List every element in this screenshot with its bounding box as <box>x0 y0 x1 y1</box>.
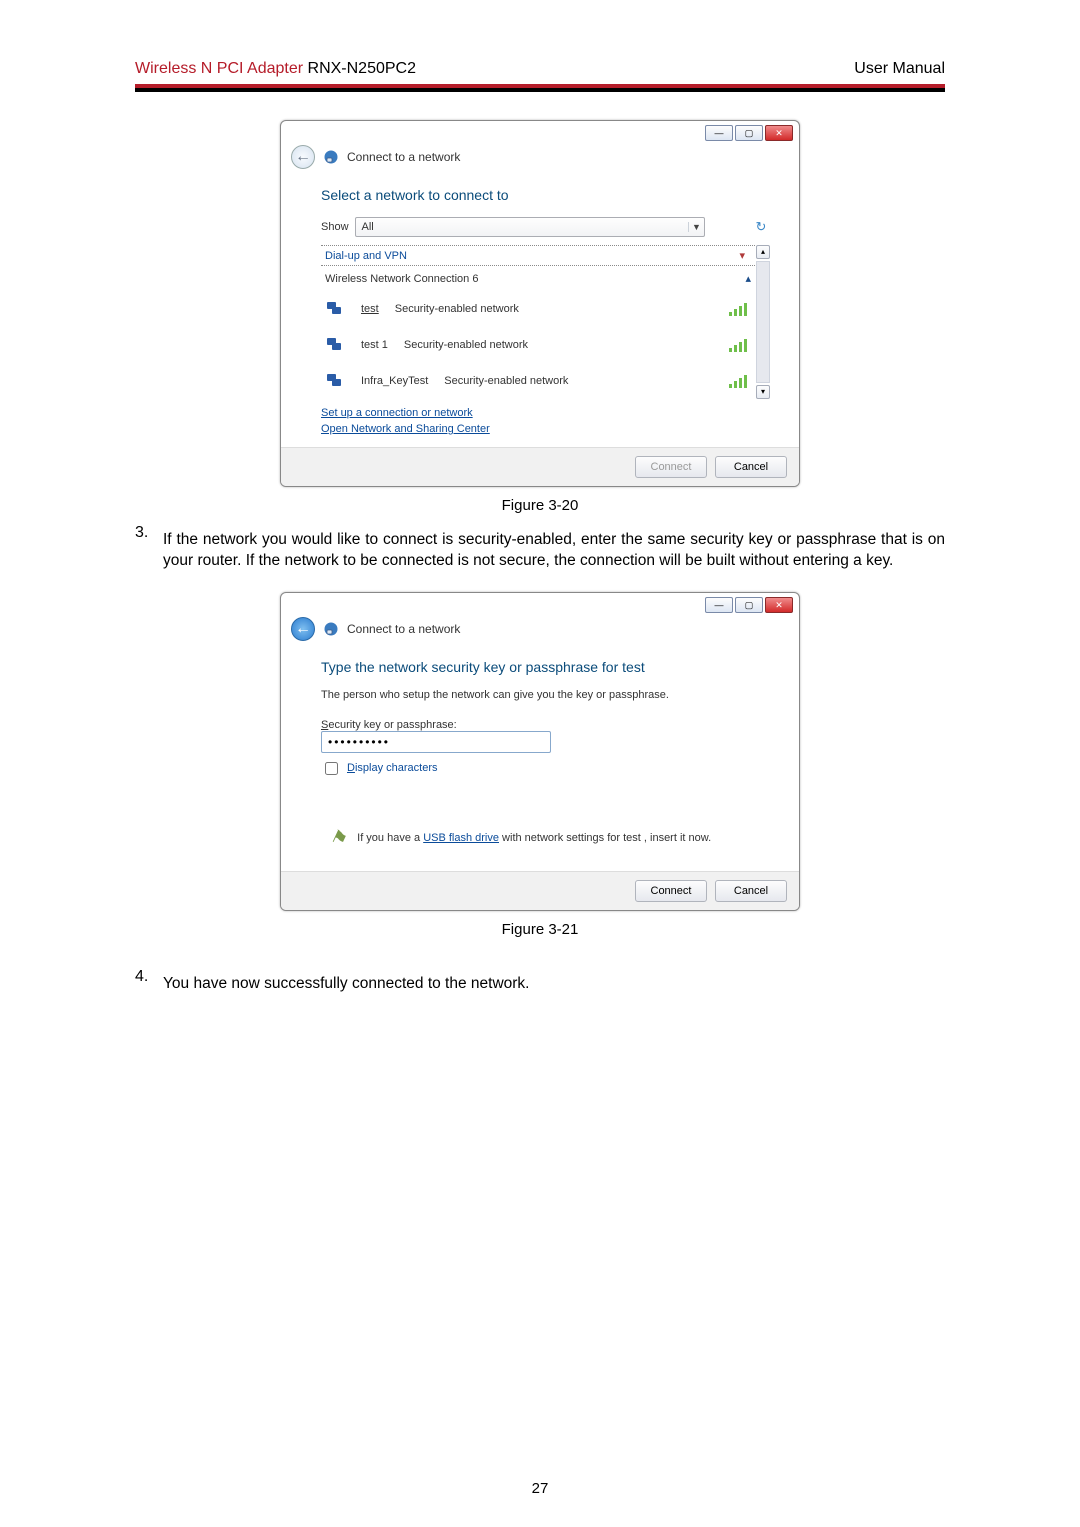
usb-drive-icon: ⚑ <box>327 825 351 851</box>
nav-back-icon[interactable]: ← <box>291 145 315 169</box>
page-number: 27 <box>0 1480 1080 1497</box>
dialog-title: Connect to a network <box>347 150 460 164</box>
dialog-heading: Type the network security key or passphr… <box>321 659 771 675</box>
minimize-icon[interactable]: — <box>705 125 733 141</box>
cancel-button[interactable]: Cancel <box>715 880 787 902</box>
figure-caption-2: Figure 3-21 <box>135 921 945 938</box>
group-wireless-label: Wireless Network Connection 6 <box>325 273 478 285</box>
signal-strength-icon <box>729 337 751 353</box>
connect-dialog-passphrase: — ▢ ✕ ← Connect to a network Type the ne… <box>280 592 800 911</box>
group-dialup-label: Dial-up and VPN <box>325 250 407 262</box>
connect-button[interactable]: Connect <box>635 880 707 902</box>
scroll-up-icon[interactable]: ▴ <box>756 245 770 259</box>
network-name: Infra_KeyTest <box>361 375 428 387</box>
cancel-button[interactable]: Cancel <box>715 456 787 478</box>
dialog-subtext: The person who setup the network can giv… <box>321 689 771 701</box>
usb-flash-link[interactable]: USB flash drive <box>423 832 499 844</box>
link-network-sharing[interactable]: Open Network and Sharing Center <box>321 421 771 437</box>
chevron-down-icon: ▼ <box>688 222 704 232</box>
computer-pair-icon <box>325 299 345 319</box>
connect-dialog-select: — ▢ ✕ ← Connect to a network Select a ne… <box>280 120 800 487</box>
page-header: Wireless N PCI Adapter RNX-N250PC2 User … <box>135 60 945 78</box>
passphrase-input[interactable] <box>321 731 551 753</box>
signal-strength-icon <box>729 373 751 389</box>
chevron-down-red-icon: ▾ <box>739 249 745 262</box>
title-product-model: RNX-N250PC2 <box>303 60 416 77</box>
dialog-heading: Select a network to connect to <box>321 187 771 203</box>
connect-button[interactable]: Connect <box>635 456 707 478</box>
scroll-down-icon[interactable]: ▾ <box>756 385 770 399</box>
chevron-up-icon: ▴ <box>745 272 751 285</box>
network-globe-icon <box>323 149 339 165</box>
display-characters-checkbox[interactable] <box>325 762 338 775</box>
group-dialup[interactable]: Dial-up and VPN ▾ <box>321 245 755 266</box>
network-desc: Security-enabled network <box>444 375 568 387</box>
refresh-icon[interactable]: ↻ <box>751 217 771 237</box>
display-characters-label: Display characters <box>347 762 438 774</box>
show-label: Show <box>321 221 349 233</box>
header-title: Wireless N PCI Adapter RNX-N250PC2 <box>135 60 416 78</box>
list-number-4: 4. <box>135 968 163 1007</box>
network-row[interactable]: test Security-enabled network <box>321 291 755 327</box>
network-desc: Security-enabled network <box>395 303 519 315</box>
nav-back-icon[interactable]: ← <box>291 617 315 641</box>
network-desc: Security-enabled network <box>404 339 528 351</box>
step3-text: If the network you would like to connect… <box>163 530 945 572</box>
network-globe-icon <box>323 621 339 637</box>
computer-pair-icon <box>325 335 345 355</box>
close-icon[interactable]: ✕ <box>765 125 793 141</box>
link-setup-connection[interactable]: Set up a connection or network <box>321 405 771 421</box>
minimize-icon[interactable]: — <box>705 597 733 613</box>
figure-caption-1: Figure 3-20 <box>135 497 945 514</box>
dialog-title: Connect to a network <box>347 622 460 636</box>
list-number-3: 3. <box>135 524 163 584</box>
scrollbar[interactable]: ▴ ▾ <box>755 245 771 399</box>
maximize-icon[interactable]: ▢ <box>735 597 763 613</box>
network-name: test <box>361 303 379 315</box>
close-icon[interactable]: ✕ <box>765 597 793 613</box>
show-filter-value: All <box>356 221 688 233</box>
group-wireless[interactable]: Wireless Network Connection 6 ▴ <box>321 270 755 291</box>
scroll-track[interactable] <box>756 261 770 383</box>
network-row[interactable]: test 1 Security-enabled network <box>321 327 755 363</box>
signal-strength-icon <box>729 301 751 317</box>
network-row[interactable]: Infra_KeyTest Security-enabled network <box>321 363 755 399</box>
computer-pair-icon <box>325 371 345 391</box>
step4-text: You have now successfully connected to t… <box>163 974 945 995</box>
maximize-icon[interactable]: ▢ <box>735 125 763 141</box>
network-name: test 1 <box>361 339 388 351</box>
title-product-red: Wireless N PCI Adapter <box>135 60 303 77</box>
passphrase-label: ecurity key or passphrase: <box>328 719 456 731</box>
usb-hint: If you have a USB flash drive with netwo… <box>357 832 711 844</box>
show-filter-combo[interactable]: All ▼ <box>355 217 705 237</box>
header-manual-label: User Manual <box>854 60 945 78</box>
